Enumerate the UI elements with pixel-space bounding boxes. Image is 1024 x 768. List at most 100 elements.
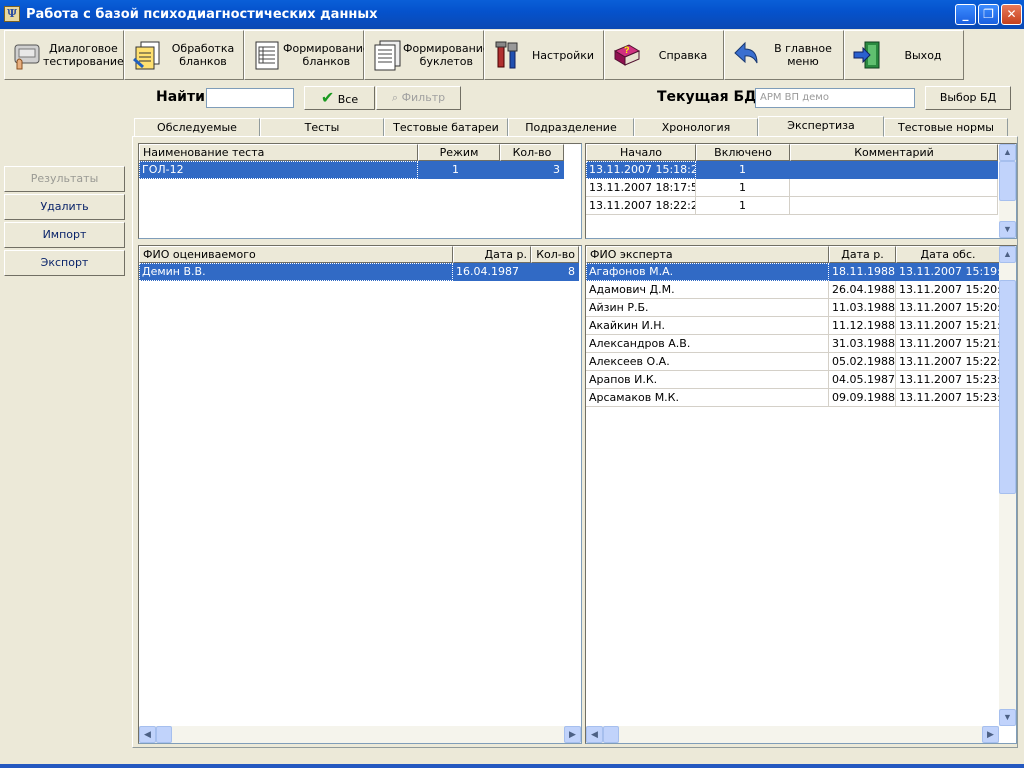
scroll-down-icon[interactable]: ▼: [999, 221, 1016, 238]
export-button[interactable]: Экспорт: [4, 250, 125, 276]
tab-expertise[interactable]: Экспертиза: [758, 116, 884, 137]
evaluated-grid[interactable]: ФИО оцениваемого Дата р. Кол-во Демин В.…: [138, 245, 582, 744]
main-menu-button[interactable]: В главное меню: [724, 30, 844, 80]
column-header[interactable]: Комментарий: [790, 144, 998, 161]
scroll-left-icon[interactable]: ◀: [139, 726, 156, 743]
title-bar: Ψ Работа с базой психодиагностических да…: [0, 0, 1024, 29]
create-booklets-button[interactable]: Формирование буклетов: [364, 30, 490, 80]
table-row[interactable]: Александров А.В. 31.03.1988 13.11.2007 1…: [586, 335, 1000, 353]
column-header[interactable]: Дата обс.: [896, 246, 1000, 263]
scroll-thumb[interactable]: [999, 161, 1016, 201]
help-button[interactable]: ? Справка: [604, 30, 724, 80]
table-row[interactable]: Адамович Д.М. 26.04.1988 13.11.2007 15:2…: [586, 281, 1000, 299]
close-button[interactable]: ✕: [1001, 4, 1022, 25]
column-header[interactable]: Дата р.: [829, 246, 896, 263]
tests-grid-header: Наименование теста Режим Кол-во: [139, 144, 564, 161]
checkmark-icon: ✔: [320, 88, 335, 107]
maximize-button[interactable]: ❐: [978, 4, 999, 25]
table-row[interactable]: Алексеев О.А. 05.02.1988 13.11.2007 15:2…: [586, 353, 1000, 371]
taskbar-edge: [0, 764, 1024, 768]
restore-icon: ❐: [983, 7, 994, 21]
table-row[interactable]: ГОЛ-12 1 3: [139, 161, 564, 179]
search-bar: Найти ✔ Все ⌕ Фильтр Текущая БД АРМ ВП д…: [0, 84, 1024, 114]
tab-subjects[interactable]: Обследуемые: [134, 118, 260, 136]
settings-tools-icon: [491, 39, 523, 71]
delete-button[interactable]: Удалить: [4, 194, 125, 220]
scroll-up-icon[interactable]: ▲: [999, 246, 1016, 263]
column-header[interactable]: Наименование теста: [139, 144, 418, 161]
table-row[interactable]: 13.11.2007 18:22:28 1: [586, 197, 998, 215]
current-db-label: Текущая БД: [657, 89, 757, 105]
table-row[interactable]: Демин В.В. 16.04.1987 8: [139, 263, 579, 281]
main-toolbar: Диалоговое тестирование Обработка бланко…: [4, 30, 966, 80]
scroll-right-icon[interactable]: ▶: [982, 726, 999, 743]
search-input[interactable]: [206, 88, 294, 108]
scroll-left-icon[interactable]: ◀: [586, 726, 603, 743]
table-row[interactable]: 13.11.2007 18:17:53 1: [586, 179, 998, 197]
svg-text:?: ?: [624, 45, 630, 55]
tab-tests[interactable]: Тесты: [260, 118, 384, 136]
create-forms-icon: [251, 39, 283, 71]
experts-vertical-scrollbar[interactable]: ▲ ▼: [999, 246, 1016, 726]
table-row[interactable]: Айзин Р.Б. 11.03.1988 13.11.2007 15:20:4…: [586, 299, 1000, 317]
scroll-down-icon[interactable]: ▼: [999, 709, 1016, 726]
table-row[interactable]: Агафонов М.А. 18.11.1988 13.11.2007 15:1…: [586, 263, 1000, 281]
select-db-button[interactable]: Выбор БД: [925, 86, 1011, 110]
process-forms-icon: [131, 39, 163, 71]
results-button: Результаты: [4, 166, 125, 192]
minimize-icon: _: [962, 7, 969, 21]
sessions-vertical-scrollbar[interactable]: ▲ ▼: [999, 144, 1016, 238]
table-row[interactable]: Арсамаков М.К. 09.09.1988 13.11.2007 15:…: [586, 389, 1000, 407]
tab-bar: Обследуемые Тесты Тестовые батареи Подра…: [132, 116, 1018, 137]
minimize-button[interactable]: _: [955, 4, 976, 25]
dialog-testing-icon: [11, 39, 43, 71]
current-db-field: АРМ ВП демо: [755, 88, 915, 108]
window-title: Работа с базой психодиагностических данн…: [26, 7, 378, 22]
app-logo-icon[interactable]: Ψ: [4, 6, 20, 22]
tab-department[interactable]: Подразделение: [508, 118, 634, 136]
tab-test-batteries[interactable]: Тестовые батареи: [384, 118, 508, 136]
filter-icon: ⌕: [391, 91, 399, 104]
column-header[interactable]: ФИО оцениваемого: [139, 246, 453, 263]
filter-button: ⌕ Фильтр: [376, 86, 461, 110]
scroll-up-icon[interactable]: ▲: [999, 144, 1016, 161]
scroll-thumb[interactable]: [156, 726, 172, 743]
experts-horizontal-scrollbar[interactable]: ◀ ▶: [586, 726, 999, 743]
column-header[interactable]: Кол-во: [531, 246, 579, 263]
expertise-panel: Наименование теста Режим Кол-во ГОЛ-12 1…: [132, 136, 1018, 748]
create-forms-button[interactable]: Формирование бланков: [244, 30, 370, 80]
evaluated-horizontal-scrollbar[interactable]: ◀ ▶: [139, 726, 581, 743]
search-label: Найти: [156, 89, 205, 105]
create-booklets-icon: [371, 39, 403, 71]
scroll-thumb[interactable]: [999, 280, 1016, 494]
column-header[interactable]: Режим: [418, 144, 500, 161]
tab-test-norms[interactable]: Тестовые нормы: [884, 118, 1008, 136]
table-row[interactable]: Арапов И.К. 04.05.1987 13.11.2007 15:23:…: [586, 371, 1000, 389]
tests-grid[interactable]: Наименование теста Режим Кол-во ГОЛ-12 1…: [138, 143, 582, 239]
process-forms-button[interactable]: Обработка бланков: [124, 30, 244, 80]
exit-door-icon: [851, 39, 883, 71]
settings-button[interactable]: Настройки: [484, 30, 604, 80]
evaluated-grid-header: ФИО оцениваемого Дата р. Кол-во: [139, 246, 579, 263]
column-header[interactable]: Включено: [696, 144, 790, 161]
close-icon: ✕: [1006, 7, 1017, 21]
help-book-icon: ?: [611, 39, 643, 71]
table-row[interactable]: 13.11.2007 15:18:20 1: [586, 161, 998, 179]
sessions-grid-header: Начало Включено Комментарий: [586, 144, 998, 161]
column-header[interactable]: Дата р.: [453, 246, 531, 263]
dialog-testing-button[interactable]: Диалоговое тестирование: [4, 30, 124, 80]
table-row[interactable]: Акайкин И.Н. 11.12.1988 13.11.2007 15:21…: [586, 317, 1000, 335]
experts-grid[interactable]: ФИО эксперта Дата р. Дата обс. Агафонов …: [585, 245, 1017, 744]
import-button[interactable]: Импорт: [4, 222, 125, 248]
experts-grid-header: ФИО эксперта Дата р. Дата обс.: [586, 246, 1000, 263]
scroll-right-icon[interactable]: ▶: [564, 726, 581, 743]
column-header[interactable]: Начало: [586, 144, 696, 161]
scroll-thumb[interactable]: [603, 726, 619, 743]
column-header[interactable]: Кол-во: [500, 144, 564, 161]
show-all-button[interactable]: ✔ Все: [304, 86, 375, 110]
back-arrow-icon: [731, 39, 763, 71]
tab-chronology[interactable]: Хронология: [634, 118, 758, 136]
column-header[interactable]: ФИО эксперта: [586, 246, 829, 263]
sessions-grid[interactable]: Начало Включено Комментарий 13.11.2007 1…: [585, 143, 1017, 239]
exit-button[interactable]: Выход: [844, 30, 964, 80]
